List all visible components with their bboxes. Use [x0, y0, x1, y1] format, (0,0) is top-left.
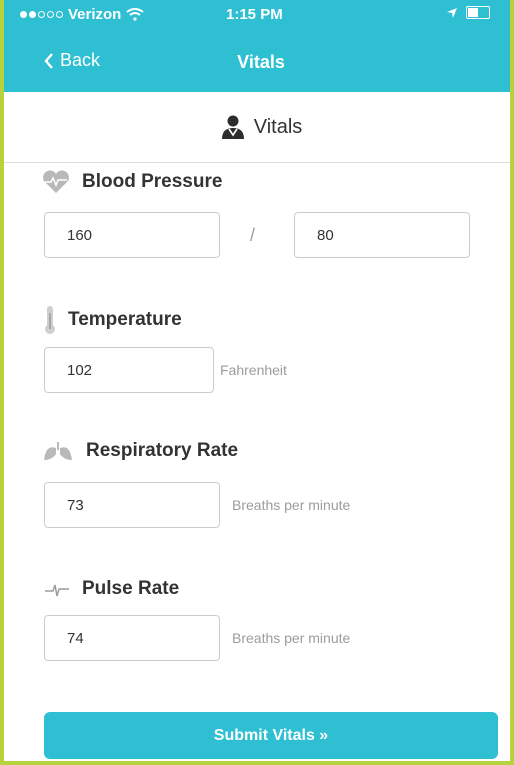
pulse-rate-unit: Breaths per minute [232, 630, 351, 646]
temperature-label: Temperature [68, 309, 182, 330]
pulse-rate-label: Pulse Rate [82, 578, 180, 599]
clock: 1:15 PM [226, 6, 283, 23]
wifi-icon [126, 8, 144, 21]
doctor-icon [221, 115, 244, 139]
status-bar: Verizon 1:15 PM [4, 0, 510, 30]
blood-pressure-label: Blood Pressure [82, 171, 223, 192]
heart-icon [43, 170, 69, 193]
respiratory-rate-unit: Breaths per minute [232, 497, 351, 513]
location-icon [447, 7, 457, 18]
pulse-rate-label-row: Pulse Rate [44, 578, 179, 600]
top-bar: Verizon 1:15 PM Back Vitals [4, 0, 510, 92]
app-frame: Verizon 1:15 PM Back Vitals Vitals Blood… [0, 0, 514, 765]
temperature-unit: Fahrenheit [220, 362, 287, 378]
submit-vitals-button[interactable]: Submit Vitals » [44, 712, 498, 759]
diastolic-input[interactable]: 80 [294, 212, 470, 258]
status-right [446, 6, 490, 19]
respiratory-rate-label: Respiratory Rate [86, 440, 239, 461]
blood-pressure-label-row: Blood Pressure [42, 170, 222, 194]
pulse-icon [45, 584, 69, 597]
temperature-label-row: Temperature [44, 305, 182, 335]
respiratory-rate-label-row: Respiratory Rate [42, 440, 238, 462]
bp-separator: / [250, 225, 256, 245]
battery-icon [466, 6, 490, 19]
lungs-icon [44, 442, 72, 460]
temperature-input[interactable]: 102 [44, 347, 214, 393]
section-title: Vitals [253, 115, 303, 138]
carrier-group: Verizon [20, 6, 144, 23]
signal-icon [20, 11, 63, 18]
thermometer-icon [45, 306, 55, 334]
section-header: Vitals [4, 92, 510, 163]
carrier-label: Verizon [68, 6, 122, 23]
pulse-rate-input[interactable]: 74 [44, 615, 220, 661]
respiratory-rate-input[interactable]: 73 [44, 482, 220, 528]
systolic-input[interactable]: 160 [44, 212, 220, 258]
nav-title: Vitals [237, 52, 285, 72]
